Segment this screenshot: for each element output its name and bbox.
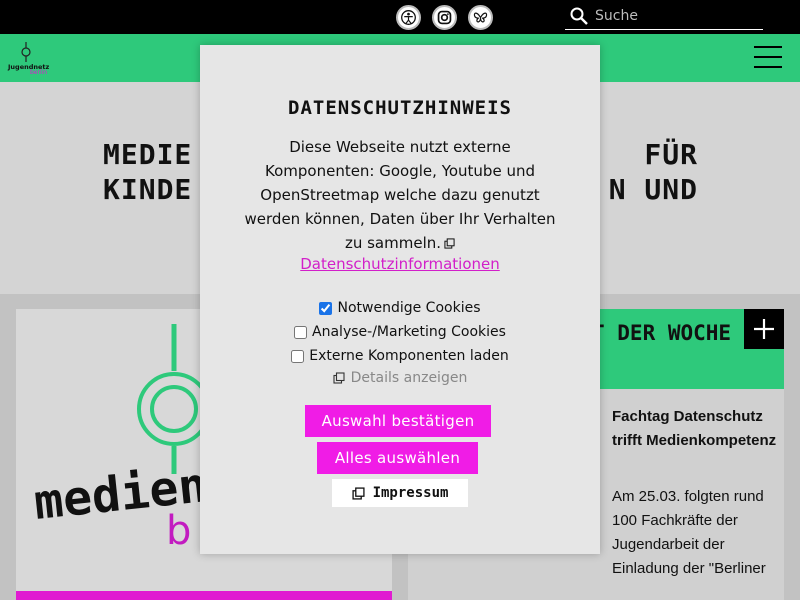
privacy-modal: DATENSCHUTZHINWEIS Diese Webseite nutzt … <box>200 45 600 554</box>
butterfly-icon[interactable] <box>468 5 493 30</box>
imprint-label: Impressum <box>372 485 449 501</box>
external-components-label: Externe Komponenten laden <box>309 348 509 364</box>
hero-line-right-2: N UND <box>608 173 698 206</box>
external-link-icon <box>333 372 345 384</box>
plus-icon[interactable] <box>744 309 784 349</box>
analytics-cookies-label: Analyse-/Marketing Cookies <box>312 324 506 340</box>
medienbox-sub: b <box>166 508 191 554</box>
external-link-icon <box>351 486 365 500</box>
option-necessary-cookies[interactable]: Notwendige Cookies <box>200 300 600 316</box>
necessary-cookies-checkbox[interactable] <box>319 301 333 315</box>
necessary-cookies-label: Notwendige Cookies <box>337 300 481 316</box>
news-card-heading: T DER WOCHE <box>592 321 732 345</box>
option-analytics-cookies[interactable]: Analyse-/Marketing Cookies <box>200 324 600 340</box>
top-bar <box>0 0 800 34</box>
modal-intro: Diese Webseite nutzt externe Komponenten… <box>240 135 560 255</box>
analytics-cookies-checkbox[interactable] <box>294 325 308 339</box>
imprint-button[interactable]: Impressum <box>332 479 468 507</box>
search-box <box>565 3 763 30</box>
external-link-icon <box>444 238 455 249</box>
modal-intro-text: Diese Webseite nutzt externe Komponenten… <box>244 138 556 252</box>
hero-line-left-2: KINDE <box>103 173 193 206</box>
hero-heading-right: FÜR N UND <box>598 137 698 207</box>
external-components-checkbox[interactable] <box>291 349 305 363</box>
confirm-selection-button[interactable]: Auswahl bestätigen <box>305 405 491 437</box>
option-external-components[interactable]: Externe Komponenten laden <box>200 348 600 364</box>
accept-all-button[interactable]: Alles auswählen <box>317 442 478 474</box>
search-icon[interactable] <box>569 6 589 26</box>
modal-title: DATENSCHUTZHINWEIS <box>288 97 512 119</box>
details-label: Details anzeigen <box>350 370 468 386</box>
news-title[interactable]: Fachtag Datenschutz trifft Medienkompete… <box>612 405 782 453</box>
news-text: Am 25.03. folgten rund 100 Fachkräfte de… <box>612 488 766 577</box>
instagram-icon[interactable] <box>432 5 457 30</box>
privacy-info-link[interactable]: Datenschutzinformationen <box>200 255 600 273</box>
menu-icon[interactable] <box>754 46 782 70</box>
search-input[interactable] <box>595 8 755 24</box>
hero-line-left-1: MEDIE <box>103 138 193 171</box>
card-pink-bar <box>16 591 392 600</box>
logo-subtext: berlin <box>30 69 48 76</box>
ethical-badge-icon[interactable] <box>396 5 421 30</box>
details-toggle[interactable]: Details anzeigen <box>200 370 600 386</box>
site-logo[interactable]: Jugendnetz berlin <box>8 42 54 76</box>
hero-line-right-1: FÜR <box>644 138 698 171</box>
